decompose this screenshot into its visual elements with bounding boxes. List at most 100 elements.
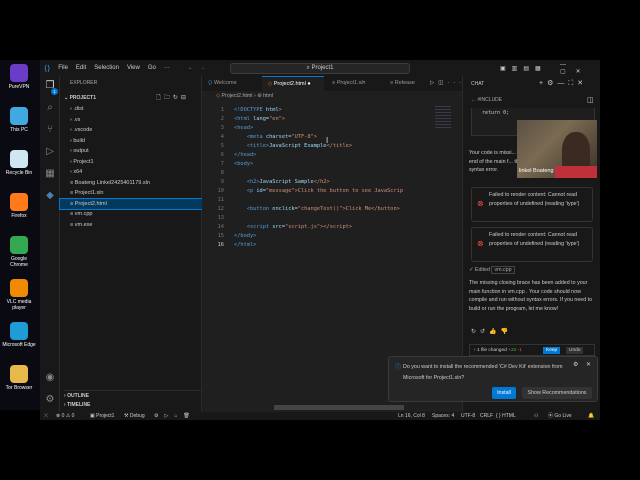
run-config-select[interactable]: ≡ Release xyxy=(384,76,415,91)
menu-edit[interactable]: Edit xyxy=(76,65,86,71)
desktop-icon[interactable]: PureVPN xyxy=(2,64,36,90)
remote-icon[interactable]: ⤫ xyxy=(44,412,48,420)
notifications-bell-icon[interactable]: 🔔 xyxy=(588,412,594,420)
code-token: lang= xyxy=(253,116,270,122)
desktop-icon[interactable]: Firefox xyxy=(2,193,36,219)
tree-item[interactable]: ≡ vm.cpp xyxy=(60,209,202,219)
menu-go[interactable]: Go xyxy=(148,65,156,71)
explorer-actions[interactable]: 🗋🗀↻⊟ xyxy=(156,93,189,103)
tree-item-label: output xyxy=(73,148,89,154)
menu-selection[interactable]: Selection xyxy=(94,65,119,71)
build-actions[interactable]: ⚙▷⌂🗑 xyxy=(154,412,196,420)
indentation[interactable]: Spaces: 4 xyxy=(432,412,454,420)
code-token: <body> xyxy=(234,161,254,167)
back-arrow-icon[interactable]: ← xyxy=(188,65,194,71)
horizontal-scrollbar[interactable] xyxy=(274,405,404,410)
desktop-icon[interactable]: This PC xyxy=(2,107,36,133)
tab-bar: ⟨⟩ Welcome ◇ Project2.html ● ≡ Project1.… xyxy=(202,76,462,91)
python-icon[interactable]: ◆ xyxy=(44,190,56,202)
tab-project2-html[interactable]: ◇ Project2.html ● xyxy=(262,76,324,91)
timeline-section[interactable]: › TIMELINE xyxy=(64,400,206,410)
tree-item-label: Project1.sln xyxy=(74,190,104,196)
tree-item[interactable]: › .vscode xyxy=(60,125,202,135)
install-button[interactable]: Install xyxy=(492,387,516,399)
desktop-icon[interactable]: Google Chrome xyxy=(2,236,36,268)
files-changed-bar[interactable]: › 1 file changed +22 -1 Keep Undo xyxy=(469,344,595,356)
account-icon[interactable]: ◉ xyxy=(44,372,56,384)
forward-arrow-icon[interactable]: → xyxy=(200,65,206,71)
code-line: 5 <title>JavaScript Example</title> xyxy=(202,142,462,151)
source-control-icon[interactable]: ⑂ xyxy=(44,124,56,136)
menu-view[interactable]: View xyxy=(127,65,140,71)
copilot-icon[interactable]: ⚇ xyxy=(534,412,538,420)
debug-config[interactable]: ⚒ Debug xyxy=(124,412,145,420)
editor-actions[interactable]: ▷◫··· xyxy=(424,76,465,91)
search-icon[interactable]: ⌕ xyxy=(44,102,56,114)
command-center-search[interactable]: ⌕ Project1 xyxy=(230,63,410,74)
tree-item[interactable]: › output xyxy=(60,146,202,156)
tree-item[interactable]: › .vs xyxy=(60,115,202,125)
chat-actions[interactable]: +⚙—⛶✕ xyxy=(539,79,587,88)
code-token: "changeText()">Click Me</button> xyxy=(297,206,400,212)
menu-file[interactable]: File xyxy=(58,65,68,71)
breadcrumb-file[interactable]: Project2.html xyxy=(222,93,253,99)
panel-toggle-icon[interactable]: ◫ xyxy=(587,96,594,104)
tree-item[interactable]: ≡ vm.exe xyxy=(60,220,202,230)
go-live-button[interactable]: ⦿ Go Live xyxy=(548,412,572,420)
show-recommendations-button[interactable]: Show Recommendations xyxy=(522,387,592,399)
desktop-icon-label: Microsoft Edge xyxy=(2,342,36,348)
menu-more[interactable]: ··· xyxy=(164,65,170,71)
encoding[interactable]: UTF-8 xyxy=(461,412,475,420)
layout-icons[interactable]: ▣▥▤▦ xyxy=(500,65,547,72)
breadcrumb-element[interactable]: html xyxy=(263,93,273,99)
response-actions[interactable]: ↻↺👍👎 xyxy=(471,328,512,335)
tab-label: Project1.sln xyxy=(336,80,366,86)
minimap[interactable] xyxy=(435,106,451,130)
eol[interactable]: CRLF xyxy=(480,412,493,420)
status-bar: ⤫ ⊗ 0 ⚠ 0 ▣ Project1 ⚒ Debug ⚙▷⌂🗑 Ln 16,… xyxy=(40,412,600,420)
project-status[interactable]: ▣ Project1 xyxy=(90,412,114,420)
code-line: 6 </head> xyxy=(202,151,462,160)
outline-section[interactable]: › OUTLINE xyxy=(64,390,206,400)
code-token: <script xyxy=(234,224,273,230)
desktop-icon[interactable]: Microsoft Edge xyxy=(2,322,36,348)
error-block: ⊗ Failed to render content: Cannot read p… xyxy=(471,227,593,262)
code-token: <title> xyxy=(234,143,270,149)
line-number: 4 xyxy=(220,134,224,140)
code-token: </html> xyxy=(234,242,257,248)
keep-button[interactable]: Keep xyxy=(543,347,561,354)
desktop-icon[interactable]: VLC media player xyxy=(2,279,36,311)
undo-button[interactable]: Undo xyxy=(566,347,584,354)
chat-context[interactable]: ← #INCLUDE xyxy=(471,97,502,103)
tree-item[interactable]: ≡ Project2.html xyxy=(59,197,203,210)
line-number: 15 xyxy=(217,233,224,239)
language-mode[interactable]: { } HTML xyxy=(496,412,516,420)
gear-icon[interactable]: ⚙ xyxy=(573,361,578,368)
tree-item[interactable]: ≡ Project1.sln xyxy=(60,188,202,198)
problems-indicator[interactable]: ⊗ 0 ⚠ 0 xyxy=(56,412,74,420)
tree-item[interactable]: › Project1 xyxy=(60,157,202,167)
cursor-position[interactable]: Ln 16, Col 8 xyxy=(398,412,425,420)
run-debug-icon[interactable]: ▷ xyxy=(44,146,56,158)
desktop-icon[interactable]: Recycle Bin xyxy=(2,150,36,176)
tree-item[interactable]: › build xyxy=(60,136,202,146)
desktop-icon-label: PureVPN xyxy=(8,84,30,90)
tab-project1-sln[interactable]: ≡ Project1.sln xyxy=(326,76,382,91)
desktop: PureVPN This PC Recycle Bin Firefox Google C… xyxy=(0,60,40,410)
desktop-icon[interactable]: Tor Browser xyxy=(2,365,36,391)
settings-gear-icon[interactable]: ⚙ xyxy=(44,394,56,406)
code-token: <html xyxy=(234,116,254,122)
close-icon[interactable]: ✕ xyxy=(586,361,591,368)
edited-file-chip[interactable]: vm.cpp xyxy=(491,266,515,274)
code-token: </body> xyxy=(234,233,257,239)
chat-response: The missing closing brace has been added… xyxy=(469,280,593,312)
tree-item[interactable]: › x64 xyxy=(60,167,202,177)
tree-item[interactable]: › .dist xyxy=(60,104,202,114)
extensions-icon[interactable]: ▦ xyxy=(44,168,56,180)
window-controls[interactable]: —▢✕ xyxy=(560,62,600,75)
tree-item-label: x64 xyxy=(73,169,83,175)
tree-item-label: vm.exe xyxy=(74,221,93,228)
tree-item[interactable]: ≡ Boateng Linkel2425401179.sln xyxy=(60,178,202,188)
code-line: 1 <!DOCTYPE html> xyxy=(202,106,462,115)
tab-welcome[interactable]: ⟨⟩ Welcome xyxy=(202,76,262,91)
